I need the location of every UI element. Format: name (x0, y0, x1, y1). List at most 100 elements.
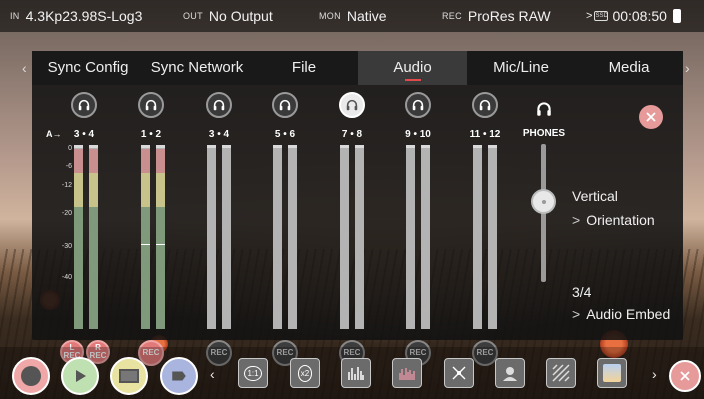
record-button[interactable] (12, 357, 50, 395)
level-meter-left (273, 145, 282, 329)
level-meter-right (488, 145, 497, 329)
headphones-icon (537, 102, 551, 116)
headphones-icon (279, 99, 291, 111)
tab-file[interactable]: File (250, 51, 358, 85)
headphones-monitor-button[interactable] (206, 92, 232, 118)
waveform-button[interactable] (341, 358, 371, 388)
nav-left-chevron-icon[interactable]: ‹ (22, 60, 27, 76)
vectorscope-icon (399, 368, 415, 380)
level-meter-left (207, 145, 216, 329)
ssd-icon: SSD (594, 11, 609, 21)
level-meter-left (473, 145, 482, 329)
orientation-option[interactable]: > Orientation (572, 212, 655, 228)
audio-channel-3: 3 • 4 REC (189, 92, 249, 366)
zebra-button[interactable] (495, 358, 525, 388)
focus-peak-button[interactable] (546, 358, 576, 388)
out-value: No Output (208, 8, 273, 24)
timecode: 00:08:50 (612, 8, 667, 24)
audio-channel-2: 1 • 2 REC (121, 92, 181, 366)
tab-sync-network[interactable]: Sync Network (144, 51, 250, 85)
false-color-button[interactable] (444, 358, 474, 388)
headphones-monitor-button[interactable] (405, 92, 431, 118)
level-meter-right (421, 145, 430, 329)
headphones-monitor-button[interactable] (138, 92, 164, 118)
zoom-x2-icon: x2 (297, 364, 313, 382)
zoom-x2-button[interactable]: x2 (290, 358, 320, 388)
channel-pair-label: 3 • 4 (208, 129, 230, 140)
level-meter-right (89, 145, 98, 329)
display-mode-button[interactable] (110, 357, 148, 395)
tag-icon (172, 371, 186, 381)
level-meter-left (141, 145, 150, 329)
record-icon (21, 366, 41, 386)
channel-pair-label: 7 • 8 (341, 129, 363, 140)
tab-mic-line[interactable]: Mic/Line (467, 51, 575, 85)
headphones-icon (213, 99, 225, 111)
monitor-status[interactable]: MON Native (319, 0, 387, 32)
tab-bar: Sync Config Sync Network File Audio Mic/… (32, 51, 683, 85)
battery-icon (672, 9, 681, 23)
in-tag: IN (10, 11, 20, 21)
audio-channel-4: 5 • 6 REC (255, 92, 315, 366)
nav-right-chevron-icon[interactable]: › (685, 60, 690, 76)
headphones-icon (479, 99, 491, 111)
close-toolbar-button[interactable] (669, 360, 701, 392)
tag-button[interactable] (160, 357, 198, 395)
close-button[interactable] (639, 105, 663, 129)
audio-channel-1: 3 • 4 L REC R REC (54, 92, 114, 364)
headphones-monitor-button[interactable] (472, 92, 498, 118)
toolbar-left-chevron-icon[interactable]: ‹ (210, 366, 215, 382)
audio-embed-label: Audio Embed (586, 306, 671, 322)
lut-icon (603, 364, 621, 382)
zebra-stripes-icon (552, 364, 570, 382)
tab-audio[interactable]: Audio (358, 51, 467, 85)
chevron-right-icon: > (586, 10, 593, 22)
rec-value: ProRes RAW (467, 8, 551, 24)
toolbar-right-chevron-icon[interactable]: › (652, 366, 657, 382)
status-bar: IN 4.3Kp23.98S-Log3 OUT No Output MON Na… (0, 0, 704, 32)
false-color-icon (452, 366, 466, 380)
level-meter-left (340, 145, 349, 329)
person-focus-icon (503, 367, 517, 381)
audio-embed-option[interactable]: > Audio Embed (572, 306, 670, 322)
channel-pair-label: 5 • 6 (274, 129, 296, 140)
headphones-monitor-button[interactable] (272, 92, 298, 118)
zoom-1to1-button[interactable]: 1:1 (238, 358, 268, 388)
headphones-icon (78, 99, 90, 111)
vectorscope-button[interactable] (392, 358, 422, 388)
close-icon (646, 112, 656, 122)
orientation-label: Orientation (586, 212, 655, 228)
display-icon (119, 369, 139, 383)
channel-pair-label: 11 • 12 (469, 129, 501, 140)
level-meter-right (222, 145, 231, 329)
input-status[interactable]: IN 4.3Kp23.98S-Log3 (10, 0, 142, 32)
audio-channel-6: 9 • 10 REC (388, 92, 448, 366)
phones-label: PHONES (522, 128, 566, 139)
audio-channel-7: 11 • 12 REC (455, 92, 515, 366)
headphones-icon (412, 99, 424, 111)
headphones-monitor-button[interactable] (339, 92, 365, 118)
headphones-monitor-button[interactable] (71, 92, 97, 118)
close-icon (680, 371, 690, 381)
channel-pair-label: 1 • 2 (140, 129, 162, 140)
orientation-value: Vertical (572, 188, 618, 204)
waveform-icon (348, 367, 364, 380)
phones-volume-slider-knob[interactable] (531, 189, 556, 214)
level-meter-right (156, 145, 165, 329)
headphones-icon (145, 99, 157, 111)
level-meter-left (406, 145, 415, 329)
output-status[interactable]: OUT No Output (183, 0, 273, 32)
out-tag: OUT (183, 11, 203, 21)
record-format-status[interactable]: REC ProRes RAW (442, 0, 551, 32)
in-value: 4.3Kp23.98S-Log3 (25, 8, 143, 24)
rec-tag: REC (442, 11, 462, 21)
play-icon (76, 370, 86, 382)
play-button[interactable] (61, 357, 99, 395)
tab-sync-config[interactable]: Sync Config (32, 51, 144, 85)
timecode-status[interactable]: > SSD 00:08:50 (586, 0, 681, 32)
audio-embed-value: 3/4 (572, 284, 592, 300)
mon-value: Native (346, 8, 387, 24)
one-to-one-icon: 1:1 (244, 365, 262, 381)
tab-media[interactable]: Media (575, 51, 683, 85)
lut-button[interactable] (597, 358, 627, 388)
